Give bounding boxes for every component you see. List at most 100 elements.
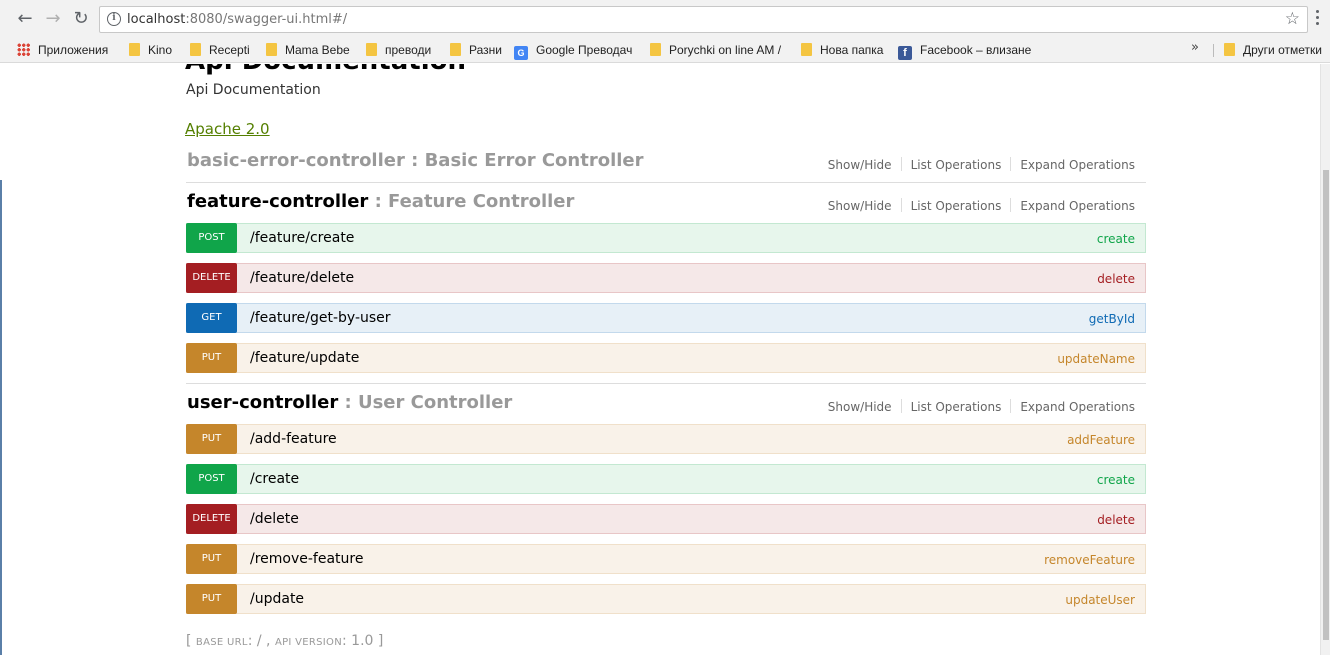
http-method-badge[interactable]: POST [186,464,237,494]
folder-icon [266,43,277,56]
bookmark-item[interactable]: Porychki on line AM / [650,42,781,59]
resource-heading[interactable]: feature-controller : Feature Controller [187,191,574,212]
footer-bracket: ] [373,633,384,649]
operation-row[interactable]: PUT/feature/update updateName [186,343,1146,373]
bookmark-item[interactable]: Нова папка [801,42,883,59]
operation-row[interactable]: POST/feature/create create [186,223,1146,253]
operation-path[interactable]: /create [250,471,299,487]
folder-icon [1224,43,1235,56]
other-bookmarks-label: Други отметки [1243,43,1322,57]
bookmark-label: Recepti [209,43,250,57]
operation-path[interactable]: /delete [250,511,299,527]
operation-row[interactable]: PUT/add-feature addFeature [186,424,1146,454]
bookmark-apps[interactable]: Приложения [17,42,108,59]
bookmarks-bar: Приложения Kino Recepti Mama Bebe превод… [0,38,1330,63]
bookmarks-divider [1213,44,1214,57]
forward-arrow-icon[interactable]: → [42,8,64,30]
operation-nickname[interactable]: create [1097,232,1135,246]
base-url-value: : / , [247,633,275,649]
expand-operations-link[interactable]: Expand Operations [1011,199,1135,213]
api-footer: [ base url: / , api version: 1.0 ] [186,633,383,649]
expand-operations-link[interactable]: Expand Operations [1011,158,1135,172]
folder-icon [650,43,661,56]
operation-path[interactable]: /feature/delete [250,270,354,286]
operation-nickname[interactable]: delete [1097,272,1135,286]
operation-path[interactable]: /add-feature [250,431,337,447]
api-version-label: api version [274,637,343,648]
apps-icon [17,43,30,56]
resource-name: feature-controller [187,191,369,212]
show-hide-link[interactable]: Show/Hide [819,158,901,172]
url-path: :8080/swagger-ui.html#/ [185,12,348,27]
operation-path[interactable]: /feature/create [250,230,354,246]
api-description: Api Documentation [186,82,321,98]
bookmark-label: Google Преводач [536,43,633,57]
folder-icon [450,43,461,56]
browser-menu-icon[interactable] [1316,10,1320,26]
operation-nickname[interactable]: addFeature [1067,433,1135,447]
page-title: Api Documentation [185,64,466,76]
operation-nickname[interactable]: updateName [1057,352,1135,366]
resource-description: : Basic Error Controller [404,150,644,171]
http-method-badge[interactable]: GET [186,303,237,333]
operation-nickname[interactable]: delete [1097,513,1135,527]
address-bar[interactable]: i localhost:8080/swagger-ui.html#/ ☆ [99,6,1308,33]
operation-row[interactable]: PUT/remove-feature removeFeature [186,544,1146,574]
operation-path[interactable]: /feature/get-by-user [250,310,391,326]
resource-links: Show/Hide List Operations Expand Operation… [819,157,1135,172]
bookmarks-overflow-chevron[interactable]: » [1191,40,1199,55]
bookmark-label: Нова папка [820,43,884,57]
operations-list: POST/feature/create create DELETE/feature… [186,223,1146,373]
operation-nickname[interactable]: updateUser [1065,593,1135,607]
url-host: localhost [127,12,186,27]
operation-row[interactable]: GET/feature/get-by-user getById [186,303,1146,333]
scrollbar-thumb[interactable] [1323,170,1329,640]
operation-nickname[interactable]: removeFeature [1044,553,1135,567]
http-method-badge[interactable]: PUT [186,424,237,454]
show-hide-link[interactable]: Show/Hide [819,199,901,213]
bookmark-item[interactable]: Recepti [190,42,250,59]
bookmark-label: Приложения [38,43,109,57]
operation-row[interactable]: POST/create create [186,464,1146,494]
resource-name: basic-error-controller [187,150,405,171]
info-icon[interactable]: i [107,12,121,26]
operation-path[interactable]: /remove-feature [250,551,363,567]
bookmark-item[interactable]: Mama Bebe [266,42,350,59]
list-operations-link[interactable]: List Operations [902,400,1011,414]
bookmark-item[interactable]: Разни [450,42,502,59]
operation-row[interactable]: DELETE/delete delete [186,504,1146,534]
resource-links: Show/Hide List Operations Expand Operation… [819,198,1135,213]
bookmark-item[interactable]: G Google Преводач [514,42,633,60]
back-arrow-icon[interactable]: ← [14,8,36,30]
list-operations-link[interactable]: List Operations [902,158,1011,172]
other-bookmarks[interactable]: Други отметки [1224,42,1322,59]
bookmark-label: Porychki on line AM / [669,43,782,57]
operation-path[interactable]: /feature/update [250,350,359,366]
bookmark-item[interactable]: Kino [129,42,172,59]
address-url[interactable]: localhost:8080/swagger-ui.html#/ [127,12,347,27]
list-operations-link[interactable]: List Operations [902,199,1011,213]
operation-row[interactable]: DELETE/feature/delete delete [186,263,1146,293]
bookmark-item[interactable]: f Facebook – влизане [898,42,1032,60]
resource-heading[interactable]: user-controller : User Controller [187,392,512,413]
http-method-badge[interactable]: PUT [186,584,237,614]
operation-nickname[interactable]: getById [1089,312,1135,326]
http-method-badge[interactable]: PUT [186,343,237,373]
expand-operations-link[interactable]: Expand Operations [1011,400,1135,414]
window-edge [0,180,2,655]
bookmark-star-icon[interactable]: ☆ [1285,9,1300,29]
bookmark-item[interactable]: преводи [366,42,431,59]
http-method-badge[interactable]: DELETE [186,263,237,293]
http-method-badge[interactable]: POST [186,223,237,253]
reload-icon[interactable]: ↻ [70,8,92,30]
operation-row[interactable]: PUT/update updateUser [186,584,1146,614]
http-method-badge[interactable]: PUT [186,544,237,574]
operation-path[interactable]: /update [250,591,304,607]
bookmark-label: Facebook – влизане [920,43,1032,57]
http-method-badge[interactable]: DELETE [186,504,237,534]
show-hide-link[interactable]: Show/Hide [819,400,901,414]
license-link[interactable]: Apache 2.0 [185,120,270,138]
resource-heading[interactable]: basic-error-controller : Basic Error Con… [187,150,644,171]
bookmark-label: преводи [385,43,432,57]
operation-nickname[interactable]: create [1097,473,1135,487]
